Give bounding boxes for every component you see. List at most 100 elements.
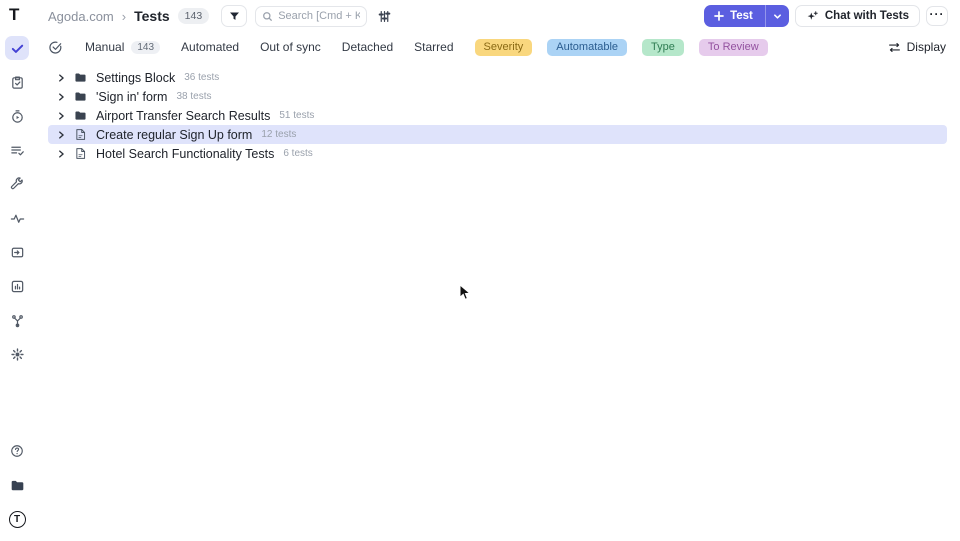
mouse-cursor bbox=[459, 284, 473, 302]
avatar: T bbox=[8, 510, 26, 528]
display-sliders-icon bbox=[888, 41, 901, 54]
tree-row-settings-block[interactable]: Settings Block 36 tests bbox=[48, 68, 947, 87]
sidebar-item-activity[interactable] bbox=[5, 206, 29, 230]
sidebar-item-plans[interactable] bbox=[5, 138, 29, 162]
clipboard-check-icon bbox=[10, 75, 25, 90]
chevron-right-icon[interactable] bbox=[56, 111, 66, 121]
tests-count-badge: 143 bbox=[177, 8, 210, 24]
timer-play-icon bbox=[10, 109, 25, 124]
check-icon bbox=[10, 41, 25, 56]
tree-row-hotel-search[interactable]: Hotel Search Functionality Tests 6 tests bbox=[48, 144, 947, 163]
gear-icon bbox=[10, 347, 25, 362]
folder-icon bbox=[74, 90, 87, 103]
suite-name: Settings Block bbox=[96, 70, 176, 85]
sidebar-item-configurations[interactable] bbox=[5, 172, 29, 196]
sidebar-item-settings[interactable] bbox=[5, 342, 29, 366]
display-label: Display bbox=[906, 40, 946, 54]
suite-test-count: 51 tests bbox=[279, 110, 315, 121]
breadcrumb-separator: › bbox=[121, 8, 127, 24]
tree-row-create-sign-up[interactable]: Create regular Sign Up form 12 tests bbox=[48, 125, 947, 144]
filter-bar: Manual 143 Automated Out of sync Detache… bbox=[48, 36, 946, 58]
folder-icon bbox=[10, 478, 25, 493]
filter-item-manual[interactable]: Manual 143 bbox=[85, 40, 161, 54]
new-test-split-button: Test bbox=[704, 5, 789, 27]
filter-item-label: Out of sync bbox=[260, 40, 321, 54]
filter-item-label: Manual bbox=[85, 40, 125, 54]
suite-name: 'Sign in' form bbox=[96, 89, 168, 104]
suite-name: Create regular Sign Up form bbox=[96, 127, 253, 142]
left-sidebar: T bbox=[0, 32, 32, 541]
breadcrumb-project[interactable]: Agoda.com bbox=[48, 9, 114, 24]
suite-test-count: 6 tests bbox=[283, 148, 313, 159]
avatar-letter: T bbox=[13, 513, 21, 525]
ellipsis-icon: ··· bbox=[929, 6, 945, 21]
wrench-icon bbox=[10, 176, 25, 192]
app-logo[interactable]: T bbox=[9, 5, 29, 27]
more-options-button[interactable]: ··· bbox=[926, 6, 948, 26]
suite-name: Airport Transfer Search Results bbox=[96, 108, 271, 123]
sidebar-item-help[interactable] bbox=[5, 439, 29, 463]
top-bar: T Agoda.com › Tests 143 Test bbox=[0, 0, 960, 32]
chevron-right-icon[interactable] bbox=[56, 130, 66, 140]
filter-item-label: Starred bbox=[414, 40, 454, 54]
tree-row-airport-transfer[interactable]: Airport Transfer Search Results 51 tests bbox=[48, 106, 947, 125]
sidebar-item-tests[interactable] bbox=[5, 36, 29, 60]
chat-with-tests-label: Chat with Tests bbox=[824, 10, 909, 22]
search-icon bbox=[262, 11, 273, 22]
header-actions: Test Chat with Tests ··· bbox=[704, 5, 948, 27]
sidebar-item-projects[interactable] bbox=[5, 473, 29, 497]
chevron-right-icon[interactable] bbox=[56, 149, 66, 159]
new-test-label: Test bbox=[730, 10, 753, 22]
tree-row-sign-in-form[interactable]: 'Sign in' form 38 tests bbox=[48, 87, 947, 106]
app-logo-letter: T bbox=[9, 5, 19, 24]
chevron-right-icon[interactable] bbox=[56, 92, 66, 102]
filter-item-detached[interactable]: Detached bbox=[342, 40, 393, 54]
document-icon bbox=[74, 128, 87, 141]
filter-item-automated[interactable]: Automated bbox=[181, 40, 239, 54]
chat-with-tests-button[interactable]: Chat with Tests bbox=[794, 5, 920, 27]
document-icon bbox=[74, 147, 87, 160]
search-settings-icon[interactable] bbox=[378, 10, 391, 23]
list-check-icon bbox=[10, 143, 25, 158]
test-suites-tree: Settings Block 36 tests 'Sign in' form 3… bbox=[48, 68, 947, 163]
folder-icon bbox=[74, 71, 87, 84]
suite-test-count: 12 tests bbox=[261, 129, 297, 140]
filter-item-starred[interactable]: Starred bbox=[414, 40, 453, 54]
sidebar-item-traceability[interactable] bbox=[5, 308, 29, 332]
branch-icon bbox=[10, 313, 25, 328]
filter-item-label: Detached bbox=[341, 40, 394, 54]
filter-badge-to-review[interactable]: To Review bbox=[698, 38, 768, 56]
search-box[interactable] bbox=[255, 5, 368, 27]
sidebar-top-group bbox=[0, 36, 29, 376]
filter-badge-severity[interactable]: Severity bbox=[474, 38, 533, 56]
new-test-button[interactable]: Test bbox=[704, 5, 765, 27]
filter-item-label: Automated bbox=[181, 40, 240, 54]
sidebar-item-account[interactable]: T bbox=[5, 507, 29, 531]
sidebar-item-shared-steps[interactable] bbox=[5, 70, 29, 94]
sidebar-item-import[interactable] bbox=[5, 240, 29, 264]
filter-badge-type[interactable]: Type bbox=[642, 38, 684, 56]
display-button[interactable]: Display bbox=[888, 40, 946, 54]
status-filter-icon[interactable] bbox=[48, 40, 63, 55]
plus-icon bbox=[714, 11, 724, 21]
ai-sparkle-icon bbox=[806, 10, 819, 23]
suite-test-count: 36 tests bbox=[184, 72, 220, 83]
import-box-icon bbox=[10, 245, 25, 260]
folder-icon bbox=[74, 109, 87, 122]
sidebar-item-runs[interactable] bbox=[5, 104, 29, 128]
chevron-down-icon bbox=[773, 12, 782, 21]
filter-button[interactable] bbox=[221, 5, 248, 27]
chart-square-icon bbox=[10, 279, 25, 294]
help-icon bbox=[10, 444, 24, 458]
sidebar-item-reports[interactable] bbox=[5, 274, 29, 298]
new-test-dropdown-button[interactable] bbox=[766, 5, 789, 27]
chevron-right-icon[interactable] bbox=[56, 73, 66, 83]
search-input[interactable] bbox=[278, 10, 361, 22]
filter-item-out-of-sync[interactable]: Out of sync bbox=[260, 40, 321, 54]
filter-badge-automatable[interactable]: Automatable bbox=[547, 38, 628, 56]
page-title: Tests bbox=[134, 8, 170, 24]
sidebar-bottom-group: T bbox=[0, 439, 29, 541]
suite-name: Hotel Search Functionality Tests bbox=[96, 146, 275, 161]
manual-count-badge: 143 bbox=[131, 40, 161, 54]
pulse-icon bbox=[10, 211, 25, 226]
